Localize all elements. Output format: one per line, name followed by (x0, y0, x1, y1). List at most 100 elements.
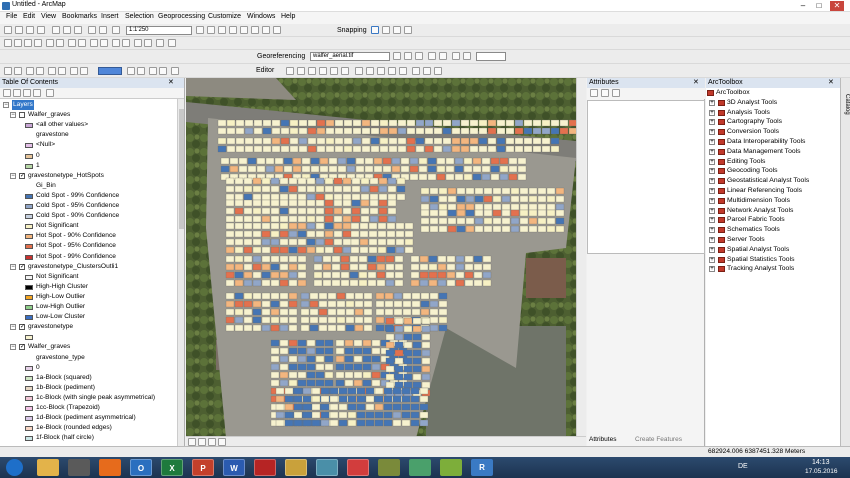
grave-polygon[interactable] (492, 225, 502, 233)
grave-polygon[interactable] (367, 255, 377, 263)
rotate-edit-icon[interactable] (399, 67, 407, 75)
editor-toolbar-icon[interactable] (196, 26, 204, 34)
grave-polygon[interactable] (351, 177, 361, 185)
grave-polygon[interactable] (404, 238, 414, 246)
grave-polygon[interactable] (329, 403, 339, 411)
grave-polygon[interactable] (501, 195, 511, 203)
grave-polygon[interactable] (482, 263, 492, 271)
grave-polygon[interactable] (261, 255, 271, 263)
grave-polygon[interactable] (437, 279, 447, 287)
expand-icon[interactable]: + (709, 266, 715, 273)
grave-polygon[interactable] (331, 263, 341, 271)
grave-polygon[interactable] (279, 271, 289, 279)
grave-polygon[interactable] (474, 217, 484, 225)
menu-file[interactable]: File (6, 13, 17, 20)
grave-polygon[interactable] (483, 187, 493, 195)
expand-icon[interactable]: + (709, 178, 715, 185)
grave-polygon[interactable] (307, 145, 317, 153)
clock-time[interactable]: 14:13 (812, 459, 830, 466)
grave-polygon[interactable] (377, 230, 387, 238)
grave-polygon[interactable] (510, 209, 520, 217)
grave-polygon[interactable] (333, 199, 343, 207)
grave-polygon[interactable] (361, 137, 371, 145)
vertex-snap-icon[interactable] (393, 26, 401, 34)
grave-polygon[interactable] (514, 127, 524, 135)
grave-polygon[interactable] (403, 333, 413, 341)
grave-polygon[interactable] (225, 230, 235, 238)
grave-polygon[interactable] (280, 137, 290, 145)
grave-polygon[interactable] (279, 279, 289, 287)
grave-polygon[interactable] (324, 207, 334, 215)
grave-polygon[interactable] (555, 187, 565, 195)
grave-polygon[interactable] (234, 215, 244, 223)
grave-polygon[interactable] (368, 238, 378, 246)
grave-polygon[interactable] (481, 173, 491, 181)
grave-polygon[interactable] (374, 403, 384, 411)
grave-polygon[interactable] (288, 355, 298, 363)
grave-polygon[interactable] (455, 279, 465, 287)
layout-in-icon[interactable] (48, 67, 56, 75)
grave-polygon[interactable] (428, 279, 438, 287)
grave-polygon[interactable] (306, 222, 316, 230)
grave-polygon[interactable] (315, 230, 325, 238)
grave-polygon[interactable] (460, 145, 470, 153)
grave-polygon[interactable] (403, 341, 413, 349)
grave-polygon[interactable] (297, 222, 307, 230)
grave-polygon[interactable] (392, 387, 402, 395)
copy-icon[interactable] (63, 26, 71, 34)
grave-polygon[interactable] (288, 177, 298, 185)
firefox-icon[interactable] (99, 459, 121, 476)
grave-polygon[interactable] (354, 324, 364, 332)
grave-polygon[interactable] (306, 379, 316, 387)
grave-polygon[interactable] (252, 222, 262, 230)
grave-polygon[interactable] (217, 119, 227, 127)
grave-polygon[interactable] (271, 127, 281, 135)
grave-polygon[interactable] (297, 379, 307, 387)
route-icon[interactable] (144, 39, 152, 47)
grave-polygon[interactable] (483, 225, 493, 233)
grave-polygon[interactable] (419, 403, 429, 411)
grave-polygon[interactable] (395, 238, 405, 246)
grave-polygon[interactable] (353, 379, 363, 387)
grave-polygon[interactable] (288, 292, 298, 300)
grave-polygon[interactable] (433, 127, 443, 135)
grave-polygon[interactable] (429, 324, 439, 332)
grave-polygon[interactable] (410, 387, 420, 395)
grave-polygon[interactable] (315, 246, 325, 254)
grave-polygon[interactable] (327, 324, 337, 332)
link-table-icon[interactable] (439, 52, 447, 60)
grave-polygon[interactable] (306, 185, 316, 193)
grave-polygon[interactable] (279, 308, 289, 316)
grave-polygon[interactable] (401, 419, 411, 427)
menu-view[interactable]: View (41, 13, 56, 20)
grave-polygon[interactable] (270, 363, 280, 371)
grave-polygon[interactable] (460, 137, 470, 145)
grave-polygon[interactable] (463, 173, 473, 181)
grave-polygon[interactable] (363, 300, 373, 308)
grave-polygon[interactable] (406, 119, 416, 127)
grave-polygon[interactable] (297, 355, 307, 363)
search-icon[interactable] (229, 26, 237, 34)
grave-polygon[interactable] (375, 300, 385, 308)
expand-icon[interactable]: + (709, 109, 715, 116)
grave-polygon[interactable] (420, 292, 430, 300)
grave-polygon[interactable] (363, 316, 373, 324)
grave-polygon[interactable] (382, 157, 392, 165)
grave-polygon[interactable] (550, 137, 560, 145)
grave-polygon[interactable] (410, 271, 420, 279)
grave-polygon[interactable] (385, 373, 395, 381)
add-control-points-icon[interactable] (428, 52, 436, 60)
grave-polygon[interactable] (419, 395, 429, 403)
grave-polygon[interactable] (537, 195, 547, 203)
grave-polygon[interactable] (279, 347, 289, 355)
grave-polygon[interactable] (235, 127, 245, 135)
acrobat-icon[interactable] (254, 459, 276, 476)
layout-full-icon[interactable] (26, 67, 34, 75)
grave-polygon[interactable] (298, 119, 308, 127)
grave-polygon[interactable] (429, 292, 439, 300)
expand-icon[interactable]: + (709, 207, 715, 214)
red-app-icon[interactable] (347, 459, 369, 476)
grave-polygon[interactable] (374, 387, 384, 395)
grave-polygon[interactable] (517, 173, 527, 181)
grave-polygon[interactable] (393, 292, 403, 300)
